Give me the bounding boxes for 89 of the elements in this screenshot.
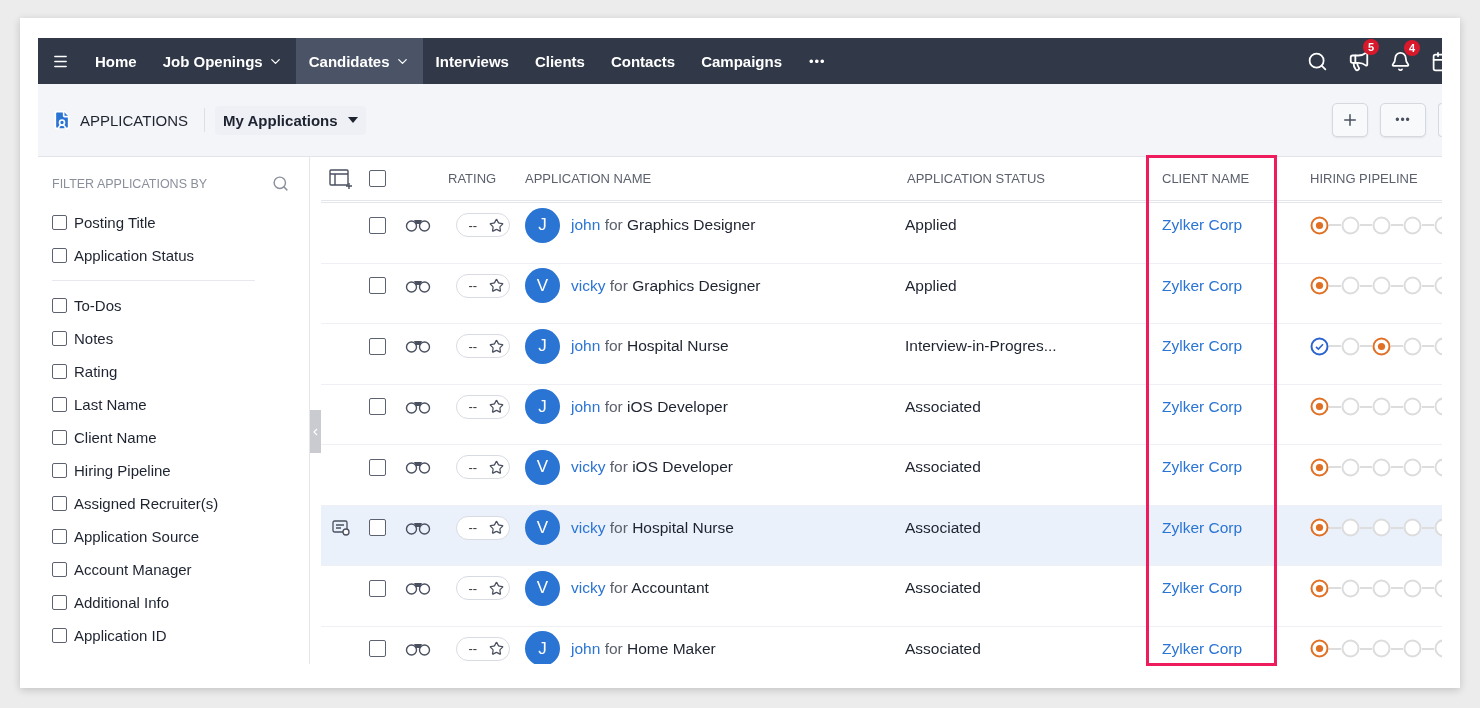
- filter-label: Account Manager: [74, 561, 192, 578]
- application-name: john for Home Maker: [571, 639, 716, 658]
- nav-tab[interactable]: Job Openings: [149, 38, 296, 84]
- filter-label: Application ID: [74, 627, 167, 644]
- avatar: V: [525, 268, 560, 304]
- rating-field[interactable]: --: [455, 213, 510, 238]
- count-badge: 5: [1363, 39, 1379, 55]
- status-cell-text: Applied: [904, 276, 958, 295]
- filter-title: FILTER APPLICATIONS BY: [52, 176, 208, 191]
- column-header: RATING: [447, 171, 498, 186]
- client-link[interactable]: Zylker Corp: [1162, 458, 1296, 477]
- nav-tab[interactable]: Candidates: [295, 38, 423, 84]
- status-cell-text: Associated: [904, 518, 982, 537]
- status-cell-text: Associated: [904, 397, 982, 416]
- application-name: john for Graphics Designer: [571, 216, 756, 235]
- application-name: vicky for Hospital Nurse: [571, 518, 734, 537]
- rating-field[interactable]: --: [455, 394, 510, 419]
- candidate-link[interactable]: john: [571, 216, 601, 234]
- filter-label: Additional Info: [74, 594, 170, 611]
- candidate-link[interactable]: john: [571, 337, 601, 355]
- column-header: HIRING PIPELINE: [1309, 171, 1419, 186]
- nav-tab[interactable]: Contacts: [597, 38, 689, 84]
- rating-value: --: [468, 641, 478, 657]
- rating-value: --: [468, 399, 478, 415]
- candidate-link[interactable]: john: [571, 397, 601, 415]
- rating-field[interactable]: --: [455, 273, 510, 298]
- candidate-link[interactable]: vicky: [571, 518, 606, 536]
- status-cell-text: Associated: [904, 579, 982, 598]
- table-row[interactable]: -- V vicky for Hospital Nurse Associated Zylker Corp: [321, 505, 1442, 566]
- filter-label: Assigned Recruiter(s): [74, 495, 219, 512]
- view-selector[interactable]: My Applications: [215, 105, 366, 135]
- filter-label: Posting Title: [74, 214, 156, 231]
- avatar: J: [525, 207, 560, 243]
- application-name: vicky for Accountant: [571, 579, 709, 598]
- filter-label: To-Dos: [74, 297, 122, 314]
- count-badge: 4: [1404, 39, 1420, 56]
- more-tabs-button[interactable]: •••: [795, 38, 840, 84]
- status-cell-text: Interview-in-Progres...: [904, 337, 1058, 356]
- client-link[interactable]: Zylker Corp: [1162, 518, 1296, 537]
- application-name: john for iOS Developer: [571, 397, 728, 416]
- rating-field[interactable]: --: [455, 636, 510, 661]
- filter-label: Hiring Pipeline: [74, 462, 171, 479]
- filter-label: Client Name: [74, 429, 157, 446]
- rating-value: --: [468, 520, 478, 536]
- client-link[interactable]: Zylker Corp: [1162, 216, 1296, 235]
- status-cell-text: Applied: [904, 216, 958, 235]
- client-link[interactable]: Zylker Corp: [1162, 337, 1296, 356]
- status-cell-text: Associated: [904, 458, 982, 477]
- candidate-link[interactable]: john: [571, 639, 601, 657]
- nav-tab[interactable]: Interviews: [422, 38, 522, 84]
- client-link[interactable]: Zylker Corp: [1162, 276, 1296, 295]
- avatar: V: [525, 570, 560, 606]
- filter-label: Last Name: [74, 396, 147, 413]
- rating-field[interactable]: --: [455, 576, 510, 601]
- module-title: APPLICATIONS: [80, 111, 189, 129]
- nav-tab[interactable]: Campaigns: [688, 38, 795, 84]
- rating-value: --: [468, 278, 478, 294]
- filter-label: Notes: [74, 330, 114, 347]
- avatar: J: [525, 328, 560, 364]
- client-link[interactable]: Zylker Corp: [1162, 397, 1296, 416]
- rating-value: --: [468, 459, 478, 475]
- more-button[interactable]: •••: [1380, 103, 1426, 137]
- candidate-link[interactable]: vicky: [571, 458, 606, 476]
- rating-value: --: [468, 580, 478, 596]
- avatar: V: [525, 510, 560, 546]
- column-header: CLIENT NAME: [1161, 171, 1251, 186]
- rating-field[interactable]: --: [455, 455, 510, 480]
- candidate-link[interactable]: vicky: [571, 276, 606, 294]
- rating-field[interactable]: --: [455, 515, 510, 540]
- client-link[interactable]: Zylker Corp: [1162, 579, 1296, 598]
- rating-value: --: [468, 338, 478, 354]
- filter-label: Application Source: [74, 528, 200, 545]
- filter-label: Rating: [74, 363, 118, 380]
- rating-value: --: [468, 217, 478, 233]
- application-name: john for Hospital Nurse: [571, 337, 729, 356]
- status-cell-text: Associated: [904, 639, 982, 658]
- avatar: V: [525, 449, 560, 485]
- column-header: APPLICATION STATUS: [906, 171, 1046, 186]
- application-name: vicky for iOS Developer: [571, 458, 733, 477]
- filter-label: Application Status: [74, 247, 195, 264]
- avatar: J: [525, 631, 560, 664]
- nav-tab[interactable]: Home: [82, 38, 150, 84]
- candidate-link[interactable]: vicky: [571, 579, 606, 597]
- client-link[interactable]: Zylker Corp: [1162, 639, 1296, 658]
- column-header: APPLICATION NAME: [525, 171, 653, 186]
- nav-tab[interactable]: Clients: [521, 38, 598, 84]
- application-name: vicky for Graphics Designer: [571, 276, 761, 295]
- avatar: J: [525, 389, 560, 425]
- rating-field[interactable]: --: [455, 334, 510, 359]
